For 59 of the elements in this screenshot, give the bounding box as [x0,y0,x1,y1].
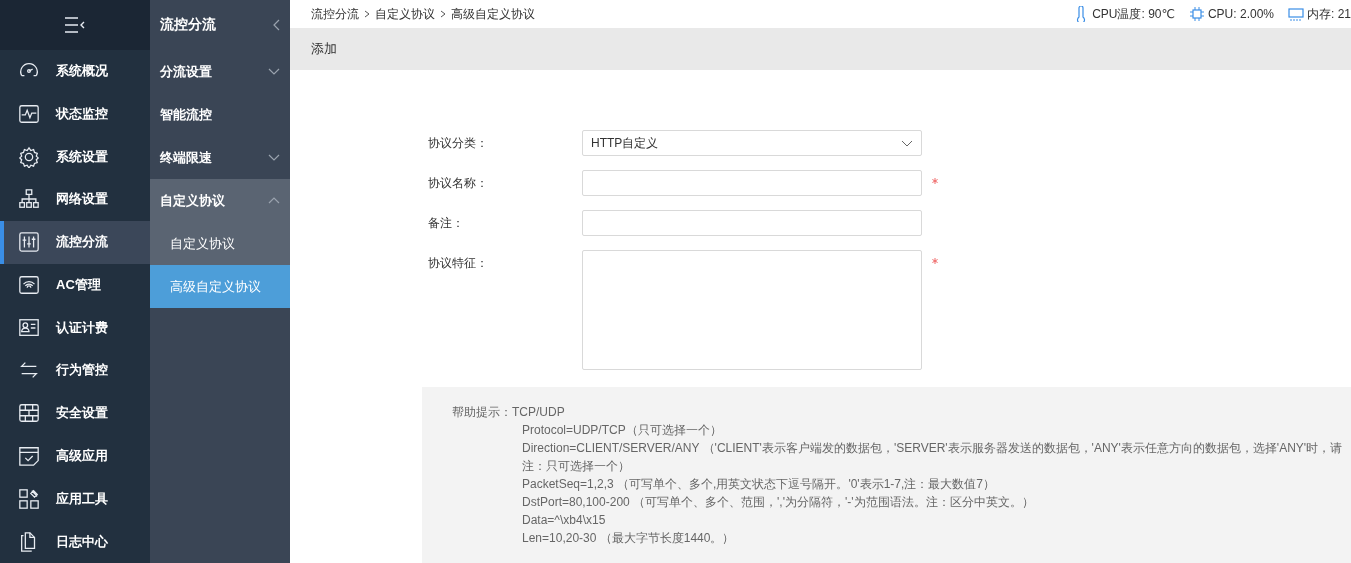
network-icon [18,188,40,211]
nav-item[interactable]: 应用工具 [0,477,150,521]
chevron-up-icon [268,196,280,205]
nav-item[interactable]: 流控分流 [0,220,150,264]
chevron-down-icon [901,139,913,147]
breadcrumb-item[interactable]: 自定义协议 [375,5,435,23]
menu-item[interactable]: 终端限速 [150,136,290,179]
field-label: 备注： [428,215,465,232]
nav-item[interactable]: 网络设置 [0,178,150,221]
nav-item[interactable]: 日志中心 [0,520,150,563]
menu-item[interactable]: 智能流控 [150,93,290,136]
collapse-icon[interactable] [272,19,280,31]
input-field[interactable] [582,210,922,236]
help-text: Protocol=UDP/TCP（只可选择一个） [522,423,722,437]
nav-item[interactable]: AC管理 [0,263,150,307]
status-reading: CPU: 2.00% [1207,7,1274,21]
text-area[interactable] [582,250,922,370]
calendar-check-icon [18,445,40,467]
help-text: 注：只可选择一个） [522,459,630,473]
panel-title: 流控分流 [160,16,216,34]
monitor-icon [1288,6,1304,22]
brick-wall-icon [18,402,40,425]
nav-item[interactable]: 系统设置 [0,135,150,179]
chevron-down-icon [268,67,280,76]
menu-item[interactable]: 自定义协议 [150,179,290,222]
help-title: 帮助提示： [452,405,512,419]
nav-item[interactable]: 高级应用 [0,434,150,478]
menu-item[interactable]: 分流设置 [150,50,290,93]
nav-item[interactable]: 状态监控 [0,92,150,136]
breadcrumb-item[interactable]: 流控分流 [311,5,359,23]
field-label: 协议特征： [428,255,489,272]
help-text: Direction=CLIENT/SERVER/ANY （'CLIENT'表示客户端发的数据包，'SERVER'表示服务器发送的数据包，'ANY'表示任意方向的数据包，选择'ANY'时，请 [522,441,1343,455]
status-reading: 内存: 21 [1307,5,1351,23]
help-text: Data=^\xb4\x15 [522,513,606,527]
help-text: DstPort=80,100-200 （可写单个、多个、范围，','为分隔符，'-'为范围语法。注：区分中英文。） [522,495,1034,509]
help-text: Len=10,20-30 （最大字节长度1440。） [522,531,735,545]
menu-item[interactable]: 自定义协议 [150,222,290,265]
dropdown[interactable]: HTTP自定义 [582,130,922,156]
nav-item[interactable]: 认证计费 [0,306,150,350]
settings-icon [18,145,40,168]
sliders-icon [18,231,40,254]
nav-item[interactable]: 安全设置 [0,391,150,435]
help-text: PacketSeq=1,2,3 （可写单个、多个,用英文状态下逗号隔开。'0'表示1-7,注：最大数值7） [522,477,995,491]
breadcrumb-item: 高级自定义协议 [451,5,535,23]
id-card-icon [18,316,40,339]
apps-icon [18,487,40,510]
field-label: 协议名称： [428,175,489,192]
pulse-icon [18,102,40,125]
input-field[interactable] [582,170,922,196]
chip-icon [1188,6,1205,22]
section-title: 添加 [311,40,337,58]
field-label: 协议分类： [428,135,489,152]
nav-item[interactable]: 系统概况 [0,49,150,93]
help-text: TCP/UDP [512,405,565,419]
chevron-down-icon [268,153,280,162]
wifi-icon [18,273,40,296]
status-reading: CPU温度: 90℃ [1092,5,1175,23]
nav-item[interactable]: 行为管控 [0,349,150,392]
menu-collapse-icon[interactable] [64,15,86,34]
